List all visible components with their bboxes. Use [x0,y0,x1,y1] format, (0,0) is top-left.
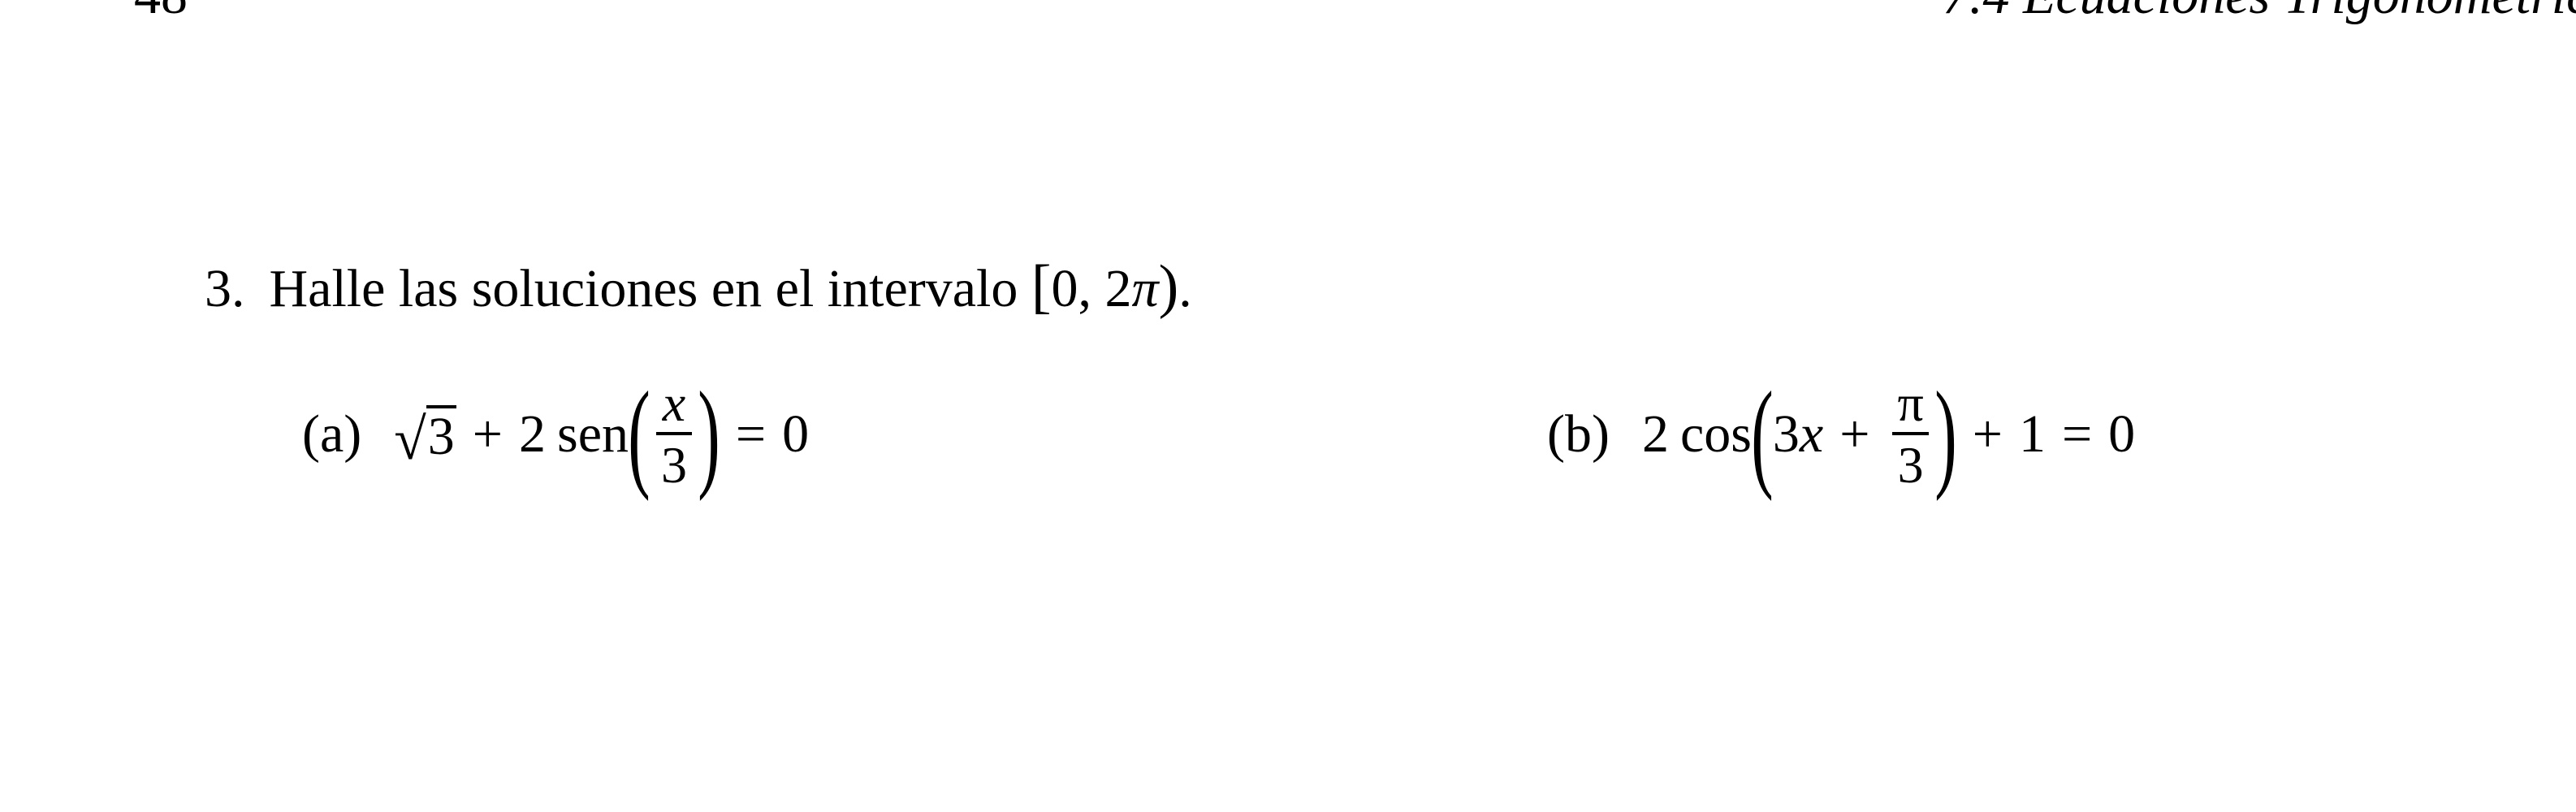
right-paren-icon: ) [698,367,720,502]
inner-variable: x [1799,404,1824,464]
problem-text: Halle las soluciones en el intervalo [269,259,1018,318]
problem-number: 3. [205,259,245,318]
interval-upper-pi: π [1131,259,1159,318]
interval-lower: 0 [1051,259,1078,318]
part-label-a: (a) [302,404,362,464]
interval-close-paren: ) [1158,253,1179,320]
fraction-denominator: 3 [1897,436,1924,494]
interval-open-bracket: [ [1031,253,1052,320]
coefficient: 2 [1641,404,1669,464]
left-paren-icon: ( [1751,367,1774,502]
interval: [0, 2π). [1031,257,1192,318]
equals-sign: = [735,404,767,464]
part-label-b: (b) [1547,404,1610,464]
function-cos: cos [1679,404,1752,464]
constant-term: 1 [2018,404,2046,464]
fraction-pi-over-3: π 3 [1892,374,1929,494]
fraction-x-over-3: x 3 [655,374,692,494]
problem-statement: 3. Halle las soluciones en el intervalo [… [205,257,1192,318]
plus-operator: + [472,404,504,464]
equation-a: (a) √ 3 + 2 sen ( x 3 ) = 0 [302,365,809,503]
running-title: 7.4 Ecuaciones Trigonométricas [1943,0,2576,23]
interval-upper-coeff: 2 [1104,259,1132,318]
radical-sign-icon: √ [394,407,426,472]
square-root: √ 3 [394,405,456,469]
right-paren-icon: ) [1934,367,1957,502]
interval-separator: , [1078,259,1092,318]
left-paren-icon: ( [628,367,650,502]
equation-b: (b) 2 cos ( 3x + π 3 ) + 1 = 0 [1547,365,2135,503]
inner-plus-operator: + [1839,404,1870,464]
coefficient: 2 [519,404,547,464]
equals-sign: = [2061,404,2093,464]
fraction-numerator: x [662,374,686,432]
sentence-period: . [1178,259,1192,318]
right-hand-side: 0 [2108,404,2136,464]
right-hand-side: 0 [782,404,810,464]
fraction-numerator: π [1897,374,1924,432]
fraction-bar [655,432,692,435]
fraction-bar [1892,432,1929,435]
function-sen: sen [557,404,629,464]
plus-operator: + [1972,404,2003,464]
fraction-denominator: 3 [660,436,687,494]
inner-coefficient: 3 [1772,404,1800,464]
page-number: 48 [134,0,188,23]
radicand: 3 [426,405,456,466]
